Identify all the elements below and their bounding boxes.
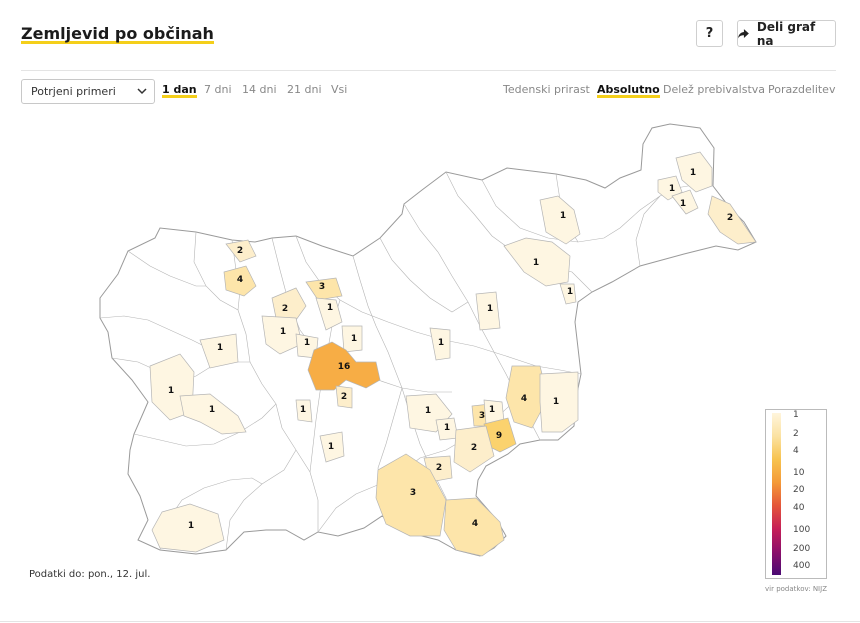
municipality-value-label: 1 [438, 338, 444, 348]
tab-14-dni[interactable]: 14 dni [242, 83, 277, 96]
tab-absolutno[interactable]: Absolutno [597, 83, 660, 98]
municipality-value-label: 9 [496, 431, 502, 441]
municipality-value-label: 1 [533, 258, 539, 268]
legend-tick: 200 [793, 544, 811, 554]
municipality-value-label: 16 [338, 362, 351, 372]
municipality-value-label: 1 [553, 397, 559, 407]
municipality-value-label: 1 [300, 405, 306, 415]
tab-21-dni[interactable]: 21 dni [287, 83, 322, 96]
municipality-value-label: 4 [472, 519, 478, 529]
municipality-value-label: 1 [217, 343, 223, 353]
share-button-label: Deli graf na [756, 19, 816, 48]
municipality-value-label: 1 [328, 442, 334, 452]
tab-porazdelitev[interactable]: Porazdelitev [768, 83, 835, 96]
data-source: vir podatkov: NIJZ [765, 585, 827, 593]
header-divider [21, 70, 836, 71]
share-button[interactable]: Deli graf na [737, 19, 836, 48]
municipality-value-label: 1 [280, 327, 286, 337]
map-legend: 1 2 4 10 20 40 100 200 400 [765, 409, 827, 579]
municipality-value-label: 1 [669, 184, 675, 194]
municipality-value-label: 2 [727, 213, 733, 223]
municipality-value-label: 1 [188, 521, 194, 531]
municipality-value-label: 4 [521, 394, 527, 404]
chevron-down-icon [137, 88, 147, 95]
municipality-value-label: 1 [304, 338, 310, 348]
municipality-value-label: 1 [690, 168, 696, 178]
tab-1-dan[interactable]: 1 dan [162, 83, 197, 98]
footer-divider [0, 621, 860, 622]
municipality-value-label: 2 [282, 304, 288, 314]
municipality-value-label: 3 [410, 488, 416, 498]
municipality-value-label: 1 [209, 405, 215, 415]
legend-tick: 40 [793, 503, 805, 513]
legend-tick: 100 [793, 525, 811, 535]
page-title: Zemljevid po občinah [21, 24, 214, 44]
municipality-value-label: 1 [489, 405, 495, 415]
tab-7-dni[interactable]: 7 dni [204, 83, 232, 96]
tab-tedenski-prirast[interactable]: Tedenski prirast [503, 83, 590, 96]
municipality-value-label: 2 [471, 443, 477, 453]
legend-tick: 20 [793, 485, 805, 495]
municipality-value-label: 1 [327, 303, 333, 313]
help-button[interactable]: ? [696, 20, 723, 47]
municipality-value-label: 1 [567, 287, 573, 297]
share-arrow-icon [738, 28, 749, 38]
legend-color-scale [772, 413, 781, 575]
metric-select[interactable]: Potrjeni primeri [21, 79, 155, 104]
legend-tick: 1 [793, 410, 799, 420]
municipality-value-label: 2 [237, 246, 243, 256]
slovenia-municipality-map[interactable]: 11121112432 1 1111 116111214 111319223411 [95, 120, 765, 570]
legend-tick: 2 [793, 429, 799, 439]
municipality-value-label: 1 [560, 211, 566, 221]
municipality-value-label: 1 [444, 423, 450, 433]
data-date-note: Podatki do: pon., 12. jul. [29, 569, 151, 580]
legend-tick: 400 [793, 561, 811, 571]
municipality-value-label: 2 [436, 463, 442, 473]
tab-delez-prebivalstva[interactable]: Delež prebivalstva [663, 83, 765, 96]
metric-select-value: Potrjeni primeri [31, 85, 116, 98]
municipality-value-label: 1 [487, 304, 493, 314]
municipality-value-label: 1 [168, 386, 174, 396]
tab-vsi[interactable]: Vsi [331, 83, 347, 96]
municipality-value-label: 3 [319, 282, 325, 292]
legend-tick: 10 [793, 468, 805, 478]
municipality-value-label: 1 [680, 199, 686, 209]
municipality-value-label: 1 [425, 406, 431, 416]
municipality-value-label: 3 [479, 411, 485, 421]
municipality-value-label: 4 [237, 275, 243, 285]
municipality-value-label: 2 [341, 392, 347, 402]
legend-tick: 4 [793, 446, 799, 456]
municipality-value-label: 1 [351, 334, 357, 344]
